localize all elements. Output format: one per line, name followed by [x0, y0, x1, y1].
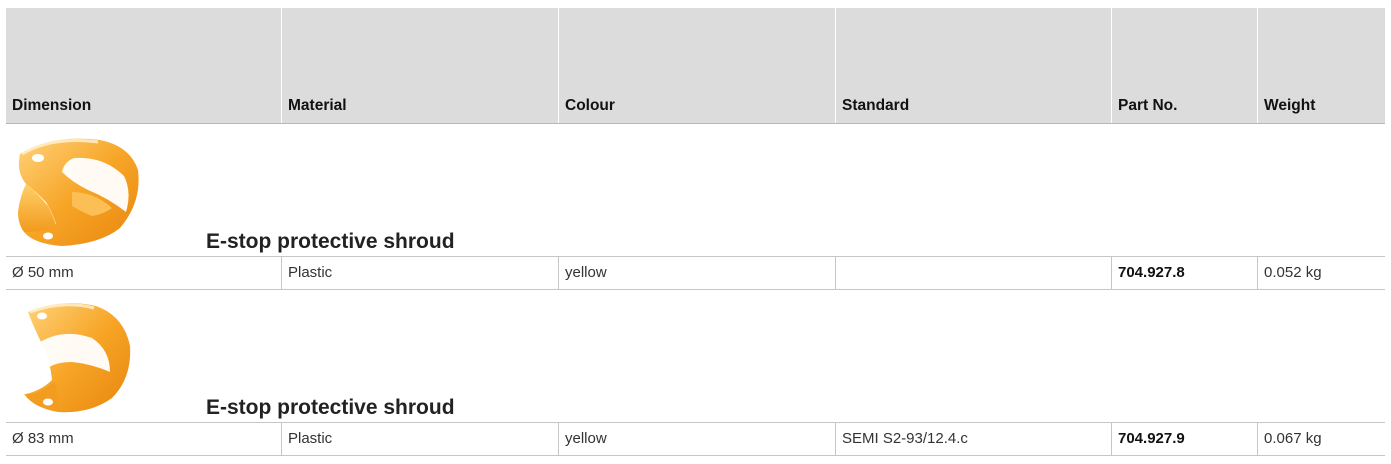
cell-material: Plastic — [282, 257, 559, 289]
weight-value: 0.067 kg — [1264, 430, 1322, 447]
cell-weight: 0.067 kg — [1258, 423, 1385, 455]
header-colour[interactable]: Colour — [559, 8, 836, 123]
product-group: E-stop protective shroud — [6, 124, 1385, 256]
cell-weight: 0.052 kg — [1258, 257, 1385, 289]
header-label: Part No. — [1118, 97, 1178, 114]
cell-colour: yellow — [559, 423, 836, 455]
header-label: Dimension — [12, 97, 92, 114]
part-no-value[interactable]: 704.927.9 — [1118, 430, 1185, 447]
header-material[interactable]: Material — [282, 8, 559, 123]
table-header: Dimension Material Colour Standard Part … — [6, 8, 1385, 124]
product-table: Dimension Material Colour Standard Part … — [6, 8, 1385, 456]
header-weight[interactable]: Weight — [1258, 8, 1385, 123]
standard-value: SEMI S2-93/12.4.c — [842, 430, 968, 447]
header-label: Weight — [1264, 97, 1316, 114]
cell-standard: SEMI S2-93/12.4.c — [836, 423, 1112, 455]
product-title[interactable]: E-stop protective shroud — [206, 230, 455, 254]
header-part-no[interactable]: Part No. — [1112, 8, 1258, 123]
colour-value: yellow — [565, 264, 607, 281]
cell-colour: yellow — [559, 257, 836, 289]
product-group: E-stop protective shroud — [6, 290, 1385, 422]
shroud-image[interactable] — [12, 132, 142, 250]
header-label: Material — [288, 97, 347, 114]
material-value: Plastic — [288, 430, 333, 447]
part-no-value[interactable]: 704.927.8 — [1118, 264, 1185, 281]
shroud-image[interactable] — [12, 298, 142, 416]
dimension-value: Ø 50 mm — [12, 264, 74, 281]
material-value: Plastic — [288, 264, 333, 281]
header-label: Colour — [565, 97, 615, 114]
cell-part-no: 704.927.8 — [1112, 257, 1258, 289]
colour-value: yellow — [565, 430, 607, 447]
header-dimension[interactable]: Dimension — [6, 8, 282, 123]
product-title[interactable]: E-stop protective shroud — [206, 396, 455, 420]
table-row[interactable]: Ø 83 mm Plastic yellow SEMI S2-93/12.4.c… — [6, 422, 1385, 456]
header-standard[interactable]: Standard — [836, 8, 1112, 123]
header-label: Standard — [842, 97, 910, 114]
weight-value: 0.052 kg — [1264, 264, 1322, 281]
table-row[interactable]: Ø 50 mm Plastic yellow 704.927.8 0.052 k… — [6, 256, 1385, 290]
cell-material: Plastic — [282, 423, 559, 455]
cell-dimension: Ø 83 mm — [6, 423, 282, 455]
cell-dimension: Ø 50 mm — [6, 257, 282, 289]
cell-part-no: 704.927.9 — [1112, 423, 1258, 455]
cell-standard — [836, 257, 1112, 289]
dimension-value: Ø 83 mm — [12, 430, 74, 447]
